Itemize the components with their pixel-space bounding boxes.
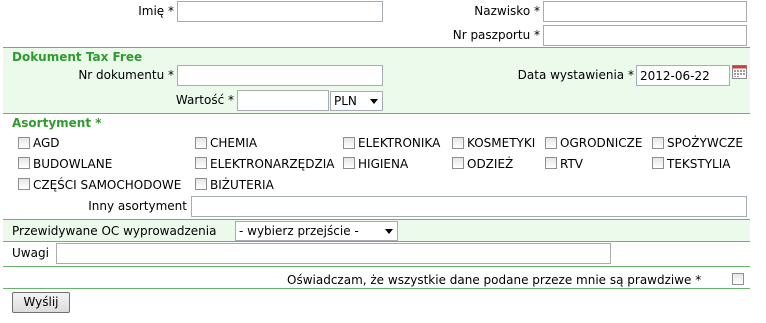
doc-number-label: Nr dokumentu * [78,68,174,82]
chevron-down-icon [385,229,393,234]
checkbox-label: CZĘŚCI SAMOCHODOWE [33,178,182,192]
value-input[interactable] [237,90,329,111]
checkbox-higiena[interactable] [343,157,355,169]
first-name-input[interactable] [177,1,383,22]
issue-date-label: Data wystawienia * [517,68,634,82]
declaration-text: Oświadczam, że wszystkie dane podane prz… [287,273,702,287]
checkbox-tekstylia[interactable] [652,157,664,169]
checkbox-label: KOSMETYKI [467,136,536,150]
checkbox-bizuteria[interactable] [195,178,207,190]
first-name-label: Imię * [138,4,174,18]
currency-select[interactable]: PLN [330,91,383,111]
currency-value: PLN [334,94,357,108]
checkbox-agd[interactable] [18,137,30,149]
checkbox-label: OGRODNICZE [560,136,643,150]
checkbox-label: SPOŻYWCZE [667,136,743,150]
last-name-input[interactable] [543,1,747,22]
other-assortment-input[interactable] [191,196,747,217]
chevron-down-icon [370,99,378,104]
checkbox-label: CHEMIA [210,136,258,150]
notes-input[interactable] [56,243,611,264]
checkbox-elektronarzedzia[interactable] [195,157,207,169]
checkbox-label: RTV [560,157,584,171]
checkbox-label: AGD [33,136,60,150]
exit-select[interactable]: - wybierz przejście - [235,221,398,241]
value-label: Wartość * [175,93,234,107]
submit-button[interactable]: Wyślij [12,292,70,313]
checkbox-spozywcze[interactable] [652,137,664,149]
checkbox-czesci-samochodowe[interactable] [18,178,30,190]
exit-select-value: - wybierz przejście - [239,224,359,238]
checkbox-label: BIŻUTERIA [210,178,274,192]
calendar-icon[interactable] [732,65,747,79]
checkbox-label: ELEKTRONARZĘDZIA [210,157,335,171]
checkbox-budowlane[interactable] [18,157,30,169]
divider [3,288,750,289]
checkbox-ogrodnicze[interactable] [545,137,557,149]
checkbox-label: BUDOWLANE [33,157,113,171]
checkbox-kosmetyki[interactable] [452,137,464,149]
checkbox-rtv[interactable] [545,157,557,169]
passport-input[interactable] [543,25,747,46]
divider [3,113,750,114]
checkbox-elektronika[interactable] [343,137,355,149]
checkbox-label: ELEKTRONIKA [358,136,441,150]
tax-free-title: Dokument Tax Free [12,50,143,64]
checkbox-label: HIGIENA [358,157,409,171]
declaration-checkbox[interactable] [732,273,744,285]
checkbox-label: ODZIEŻ [467,157,514,171]
other-assortment-label: Inny asortyment [88,199,187,213]
issue-date-input[interactable] [636,65,730,86]
checkbox-label: TEKSTYLIA [667,157,731,171]
passport-label: Nr paszportu * [452,28,540,42]
notes-label: Uwagi [12,246,49,260]
divider [3,241,750,242]
checkbox-chemia[interactable] [195,137,207,149]
divider [3,266,750,267]
last-name-label: Nazwisko * [474,4,540,18]
doc-number-input[interactable] [177,65,383,86]
assortment-title: Asortyment * [12,116,102,130]
checkbox-odziez[interactable] [452,157,464,169]
exit-label: Przewidywane OC wyprowadzenia [12,224,217,238]
